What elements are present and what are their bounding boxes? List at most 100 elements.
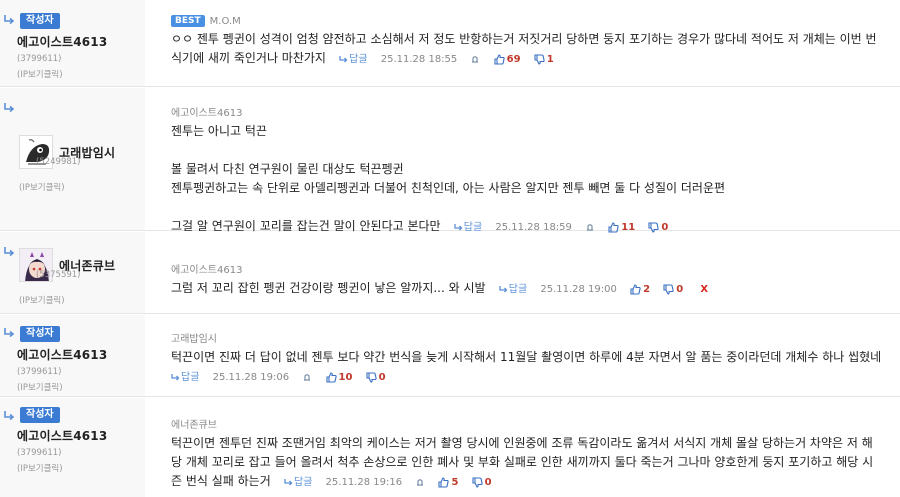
comment-line: 당 개체 꼬리로 잡고 들어 올려서 척추 손상으로 인한 폐사 및 부화 실패… <box>171 455 874 469</box>
author-uid: (3799611) <box>17 54 62 64</box>
ip-view-link[interactable]: (IP보기클릭) <box>17 462 142 474</box>
thumbs-up-icon <box>608 221 619 233</box>
report-button[interactable] <box>585 222 595 232</box>
comment-content: BEST M.O.M ㅇㅇ 젠투 펭귄이 성격이 엄청 얌전하고 소심해서 저 … <box>171 15 893 69</box>
comment-text: 그럼 저 꼬리 잡힌 펭귄 건강이랑 펭귄이 낳은 알까지... 와 시발 답글… <box>171 279 893 299</box>
comment-author: 작성자 에고이스트4613 (3799611) (IP보기클릭) <box>17 325 142 393</box>
downvote-count: 1 <box>546 53 554 65</box>
comment-line <box>171 198 893 217</box>
comment-line: 젠투펭귄하고는 속 단위로 아델리펭귄과 더불어 친척인데, 아는 사람은 알지… <box>171 181 726 195</box>
upvote-count: 5 <box>451 476 459 488</box>
reply-icon <box>499 285 508 292</box>
reply-target-name: M.O.M <box>209 15 241 27</box>
reply-target-name: 고래밥임시 <box>171 334 217 345</box>
comment-row: 고래밥임시 (5249981) (IP보기클릭) 에고이스트4613 젠투는 아… <box>0 88 900 233</box>
comment-list: 작성자 에고이스트4613 (3799611) (IP보기클릭) BEST M.… <box>0 0 900 497</box>
author-nickname[interactable]: 에고이스트4613 <box>17 346 142 363</box>
comment-text: 턱끈이면 진짜 더 답이 없네 젠투 보다 약간 번식을 늦게 시작해서 11월… <box>171 348 893 387</box>
reply-arrow-icon <box>3 410 15 422</box>
ip-view-link[interactable]: (IP보기클릭) <box>19 181 144 193</box>
thumbs-down-icon <box>472 476 483 488</box>
ip-view-link[interactable]: (IP보기클릭) <box>19 294 144 306</box>
reply-icon <box>339 55 348 62</box>
delete-button[interactable]: X <box>700 284 708 295</box>
reply-arrow-icon <box>3 246 15 258</box>
comment-line: ㅇㅇ 젠투 펭귄이 성격이 엄청 얌전하고 소심해서 저 정도 반항하는거 저짓… <box>171 32 877 46</box>
downvote-button[interactable]: 0 <box>663 280 683 299</box>
thumbs-down-icon <box>366 371 377 383</box>
upvote-button[interactable]: 5 <box>438 473 458 492</box>
reply-button[interactable]: 답글 <box>171 368 199 387</box>
reply-icon <box>284 478 293 485</box>
comment-author: 작성자 에고이스트4613 (3799611) (IP보기클릭) <box>17 12 142 80</box>
comment-meta: 답글 25.11.28 19:06 10 0 <box>171 372 386 383</box>
upvote-count: 10 <box>338 371 353 383</box>
reply-icon <box>171 373 180 380</box>
comment-line: 식기에 새끼 죽인거나 마찬가지 답글 25.11.28 18:55 69 1 <box>171 49 893 69</box>
comment-text: ㅇㅇ 젠투 펭귄이 성격이 엄청 얌전하고 소심해서 저 정도 반항하는거 저짓… <box>171 30 893 69</box>
reply-target: 에고이스트4613 <box>171 104 893 119</box>
reply-button[interactable]: 답글 <box>499 280 527 299</box>
ip-view-link[interactable]: (IP보기클릭) <box>17 68 142 80</box>
writer-badge: 작성자 <box>20 326 60 342</box>
ip-view-link[interactable]: (IP보기클릭) <box>17 381 142 393</box>
comment-author: 고래밥임시 (5249981) (IP보기클릭) <box>19 135 144 193</box>
downvote-button[interactable]: 1 <box>534 50 554 69</box>
comment-row: 작성자 에고이스트4613 (3799611) (IP보기클릭) 고래밥임시 턱… <box>0 315 900 397</box>
upvote-button[interactable]: 69 <box>494 50 521 69</box>
reply-target-name: 에고이스트4613 <box>171 108 243 119</box>
downvote-count: 0 <box>378 371 386 383</box>
thumbs-down-icon <box>534 53 545 65</box>
comment-row: 에너존큐브 (5375591) (IP보기클릭) 에고이스트4613 그럼 저 … <box>0 232 900 314</box>
comment-text: 턱끈이면 젠투던 진짜 조땐거임 최악의 케이스는 저거 촬영 당시에 인원중에… <box>171 434 893 492</box>
report-icon <box>304 374 311 381</box>
author-nickname[interactable]: 에고이스트4613 <box>17 33 142 50</box>
report-icon <box>417 479 424 486</box>
comment-meta: 답글 25.11.28 19:16 5 0 <box>271 477 492 488</box>
best-badge: BEST <box>171 15 205 27</box>
reply-button[interactable]: 답글 <box>339 50 368 69</box>
comment-line: 턱끈이면 진짜 더 답이 없네 젠투 보다 약간 번식을 늦게 시작해서 11월… <box>171 350 882 364</box>
comment-line: 볼 물려서 다친 연구원이 물린 대상도 턱끈펭귄 <box>171 162 404 176</box>
comment-date: 25.11.28 18:55 <box>380 53 458 65</box>
downvote-count: 0 <box>676 283 684 295</box>
thumbs-up-icon <box>630 283 641 295</box>
comment-author: 에너존큐브 (5375591) (IP보기클릭) <box>19 248 144 306</box>
writer-badge: 작성자 <box>20 13 60 29</box>
report-button[interactable] <box>415 477 425 487</box>
comment-line: 그럼 저 꼬리 잡힌 펭귄 건강이랑 펭귄이 낳은 알까지... 와 시발 답글… <box>171 279 893 299</box>
report-icon <box>472 56 479 63</box>
reply-arrow-icon <box>3 327 15 339</box>
comment-line: 답글 25.11.28 19:06 10 0 <box>171 367 893 387</box>
comment-date: 25.11.28 19:16 <box>325 476 403 488</box>
thumbs-up-icon <box>438 476 450 488</box>
reply-target: 에고이스트4613 <box>171 261 893 276</box>
report-icon <box>587 224 594 231</box>
author-uid: (3799611) <box>17 367 62 377</box>
author-uid: (3799611) <box>17 448 62 458</box>
upvote-button[interactable]: 10 <box>325 368 353 387</box>
author-nickname[interactable]: 에고이스트4613 <box>17 427 142 444</box>
upvote-button[interactable]: 2 <box>630 280 650 299</box>
report-button[interactable] <box>470 54 480 64</box>
comment-content: 고래밥임시 턱끈이면 진짜 더 답이 없네 젠투 보다 약간 번식을 늦게 시작… <box>171 330 893 387</box>
comment-text: 젠투는 아니고 턱끈 볼 물려서 다친 연구원이 물린 대상도 턱끈펭귄 젠투펭… <box>171 122 893 237</box>
downvote-count: 0 <box>484 476 492 488</box>
comment-content: 에고이스트4613 그럼 저 꼬리 잡힌 펭귄 건강이랑 펭귄이 낳은 알까지.… <box>171 261 893 299</box>
comment-line <box>171 141 893 160</box>
comment-meta: 답글 25.11.28 18:55 69 1 <box>326 54 554 65</box>
reply-arrow-icon <box>3 102 15 114</box>
downvote-button[interactable]: 0 <box>472 473 492 492</box>
comment-date: 25.11.28 19:00 <box>540 283 617 295</box>
comment-line: 즌 번식 실패 하는거 답글 25.11.28 19:16 5 0 <box>171 472 893 492</box>
comment-author: 작성자 에고이스트4613 (3799611) (IP보기클릭) <box>17 406 142 474</box>
downvote-button[interactable]: 0 <box>366 368 386 387</box>
thumbs-up-icon <box>325 371 337 383</box>
comment-line: 턱끈이면 젠투던 진짜 조땐거임 최악의 케이스는 저거 촬영 당시에 인원중에… <box>171 436 873 450</box>
reply-button[interactable]: 답글 <box>284 473 312 492</box>
comment-date: 25.11.28 19:06 <box>212 371 290 383</box>
thumbs-down-icon <box>648 221 660 233</box>
reply-target: BEST M.O.M <box>171 15 893 27</box>
report-button[interactable] <box>302 372 312 382</box>
thumbs-down-icon <box>663 283 674 295</box>
